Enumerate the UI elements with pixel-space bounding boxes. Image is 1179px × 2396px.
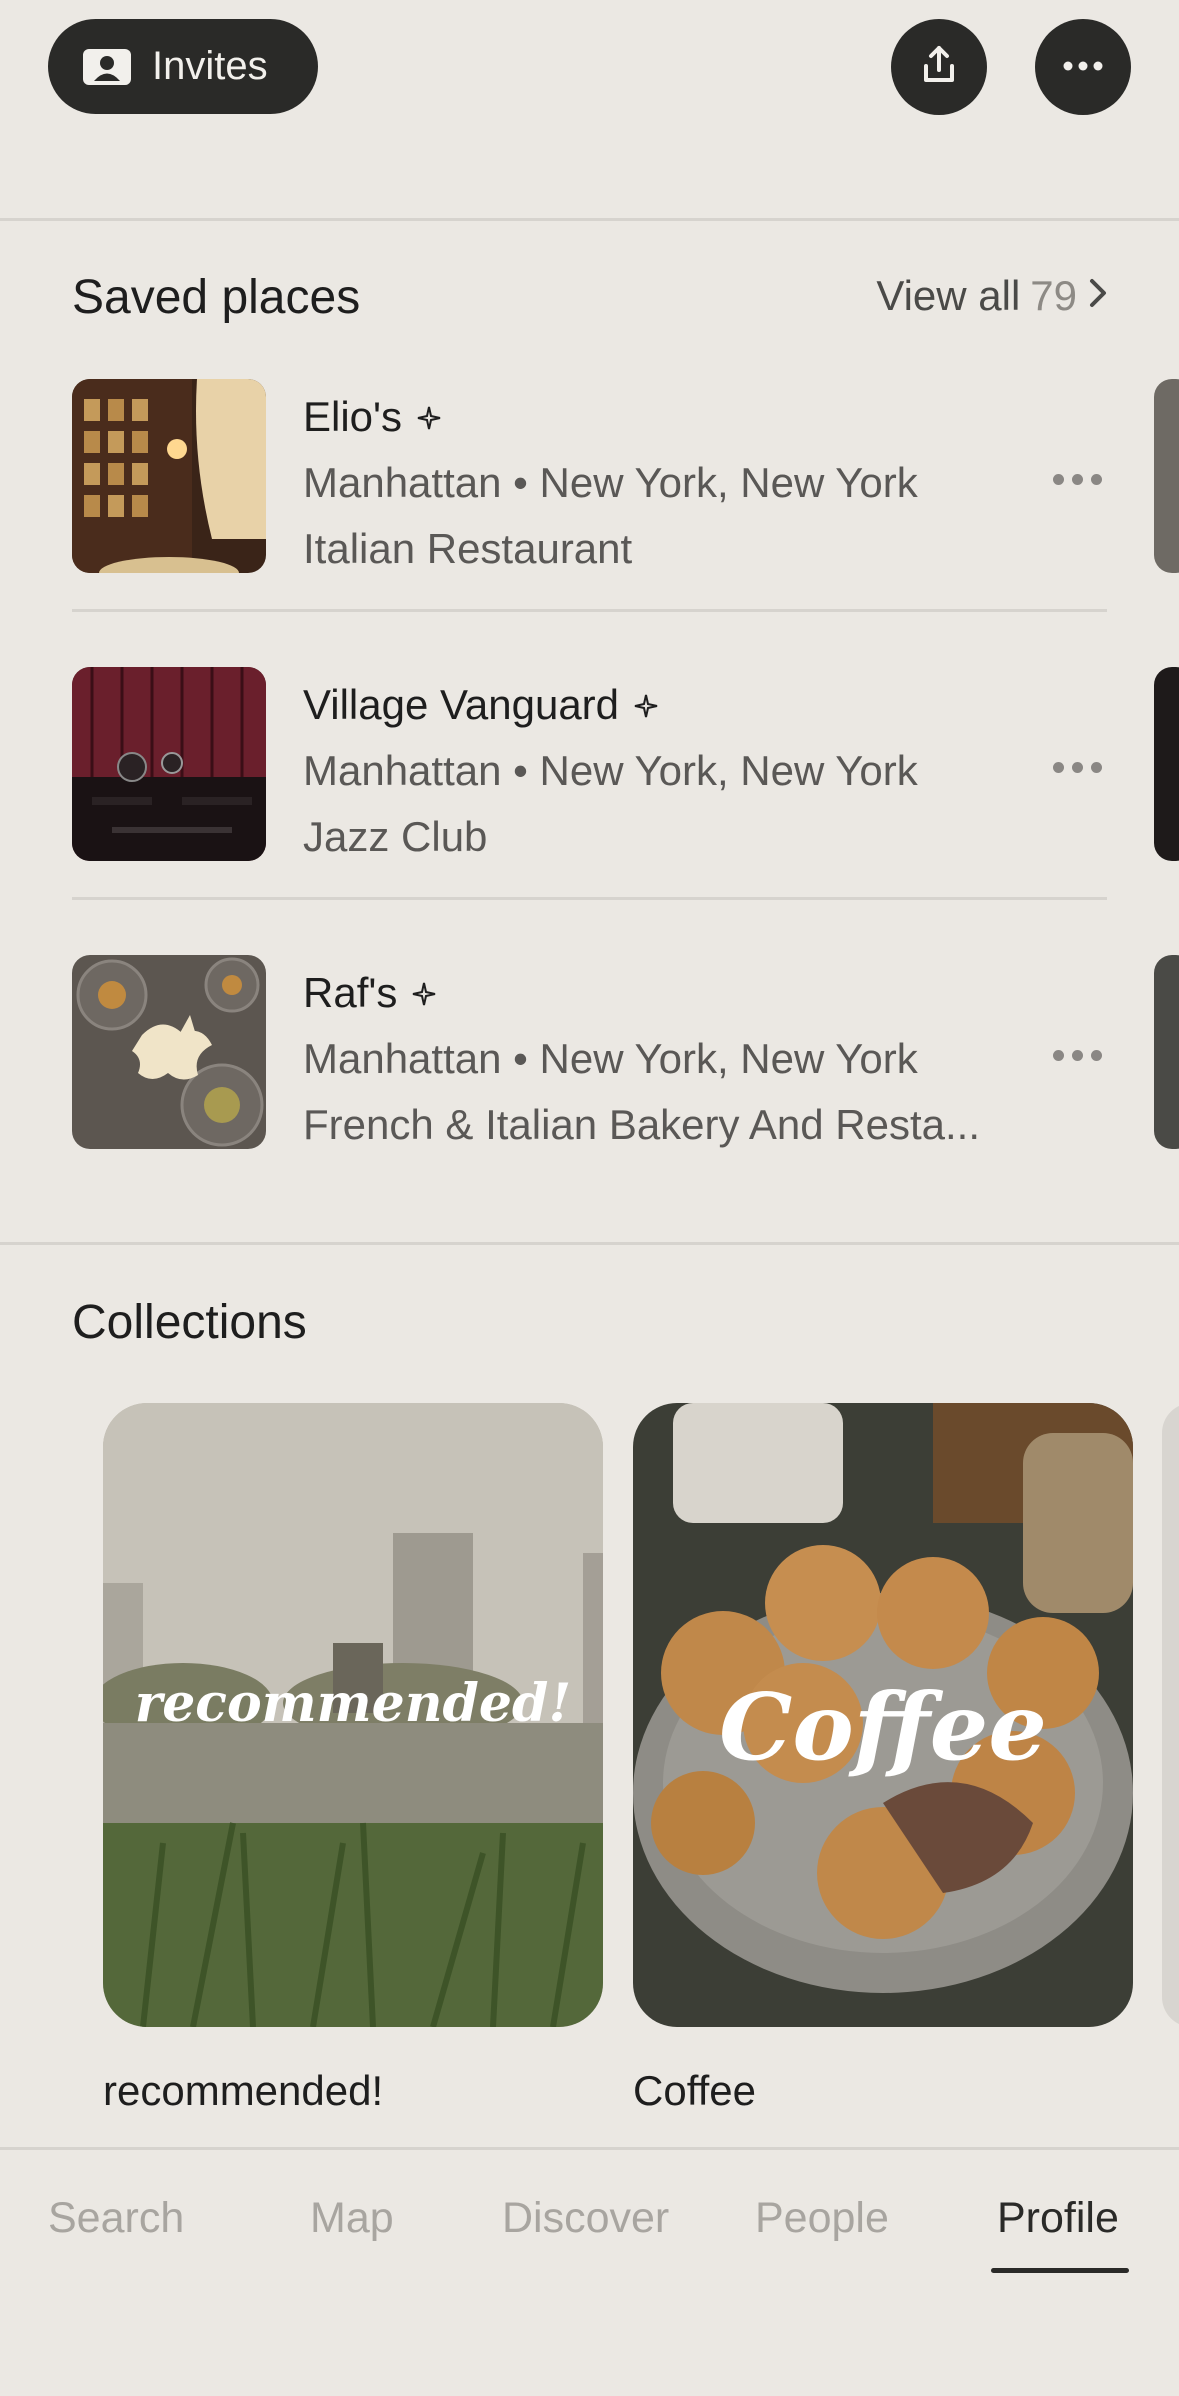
place-category: Jazz Club — [303, 813, 488, 860]
collection-cover-text: Coffee — [719, 1673, 1047, 1781]
place-name-text: Elio's — [303, 393, 403, 440]
active-tab-indicator — [991, 2268, 1129, 2273]
place-more-button[interactable] — [1042, 459, 1112, 499]
divider — [72, 897, 1107, 900]
place-thumbnail[interactable] — [72, 379, 266, 573]
place-more-button[interactable] — [1042, 747, 1112, 787]
place-thumbnail[interactable] — [72, 955, 266, 1149]
place-name[interactable]: Elio's — [303, 393, 442, 441]
collection-cover-text: recommended! — [134, 1673, 572, 1734]
invites-button[interactable]: Invites — [48, 19, 318, 114]
place-name-text: Raf's — [303, 969, 398, 1016]
collection-item[interactable]: recommended! recommended! — [103, 1403, 603, 2115]
more-icon — [1063, 58, 1103, 76]
top-bar: Invites — [0, 0, 1179, 220]
place-name[interactable]: Raf's — [303, 969, 437, 1017]
collection-card-peek — [1162, 1403, 1179, 2027]
bottom-nav: Search Map Discover People Profile — [0, 2147, 1179, 2396]
sparkle-icon — [411, 969, 437, 1017]
share-button[interactable] — [891, 19, 987, 115]
place-name[interactable]: Village Vanguard — [303, 681, 659, 729]
collections-title: Collections — [72, 1296, 307, 1349]
place-category: Italian Restaurant — [303, 525, 633, 572]
place-thumbnail-peek — [1154, 955, 1179, 1149]
divider — [0, 1242, 1179, 1245]
collection-card[interactable]: Coffee — [633, 1403, 1133, 2027]
saved-place-row[interactable]: Village Vanguard Manhattan • New York, N… — [72, 667, 1107, 900]
chevron-right-icon — [1087, 272, 1109, 320]
place-location: Manhattan • New York, New York — [303, 747, 918, 794]
nav-search[interactable]: Search — [48, 2194, 184, 2243]
sparkle-icon — [633, 681, 659, 729]
collection-caption: recommended! — [103, 2067, 384, 2114]
place-location: Manhattan • New York, New York — [303, 459, 918, 506]
collection-card[interactable]: recommended! — [103, 1403, 603, 2027]
view-all-count: 79 — [1030, 272, 1077, 319]
collection-item[interactable]: Coffee Coffee — [633, 1403, 1133, 2115]
place-name-text: Village Vanguard — [303, 681, 620, 728]
saved-places-title: Saved places — [72, 271, 361, 324]
saved-place-row[interactable]: Raf's Manhattan • New York, New York Fre… — [72, 955, 1107, 1185]
divider — [0, 218, 1179, 221]
place-thumbnail-peek — [1154, 667, 1179, 861]
collection-caption: Coffee — [633, 2067, 756, 2114]
view-all-link[interactable]: View all 79 — [876, 272, 1109, 320]
nav-people[interactable]: People — [755, 2194, 889, 2243]
invites-label: Invites — [152, 44, 268, 88]
place-location: Manhattan • New York, New York — [303, 1035, 918, 1082]
share-icon — [918, 44, 960, 91]
place-category: French & Italian Bakery And Resta... — [303, 1101, 981, 1148]
more-options-button[interactable] — [1035, 19, 1131, 115]
divider — [72, 609, 1107, 612]
contact-card-icon — [82, 48, 132, 86]
nav-profile[interactable]: Profile — [997, 2194, 1119, 2243]
place-thumbnail[interactable] — [72, 667, 266, 861]
nav-discover[interactable]: Discover — [502, 2194, 669, 2243]
sparkle-icon — [416, 393, 442, 441]
place-thumbnail-peek — [1154, 379, 1179, 573]
nav-map[interactable]: Map — [310, 2194, 394, 2243]
place-more-button[interactable] — [1042, 1035, 1112, 1075]
saved-place-row[interactable]: Elio's Manhattan • New York, New York It… — [72, 379, 1107, 612]
view-all-label: View all — [876, 272, 1021, 319]
